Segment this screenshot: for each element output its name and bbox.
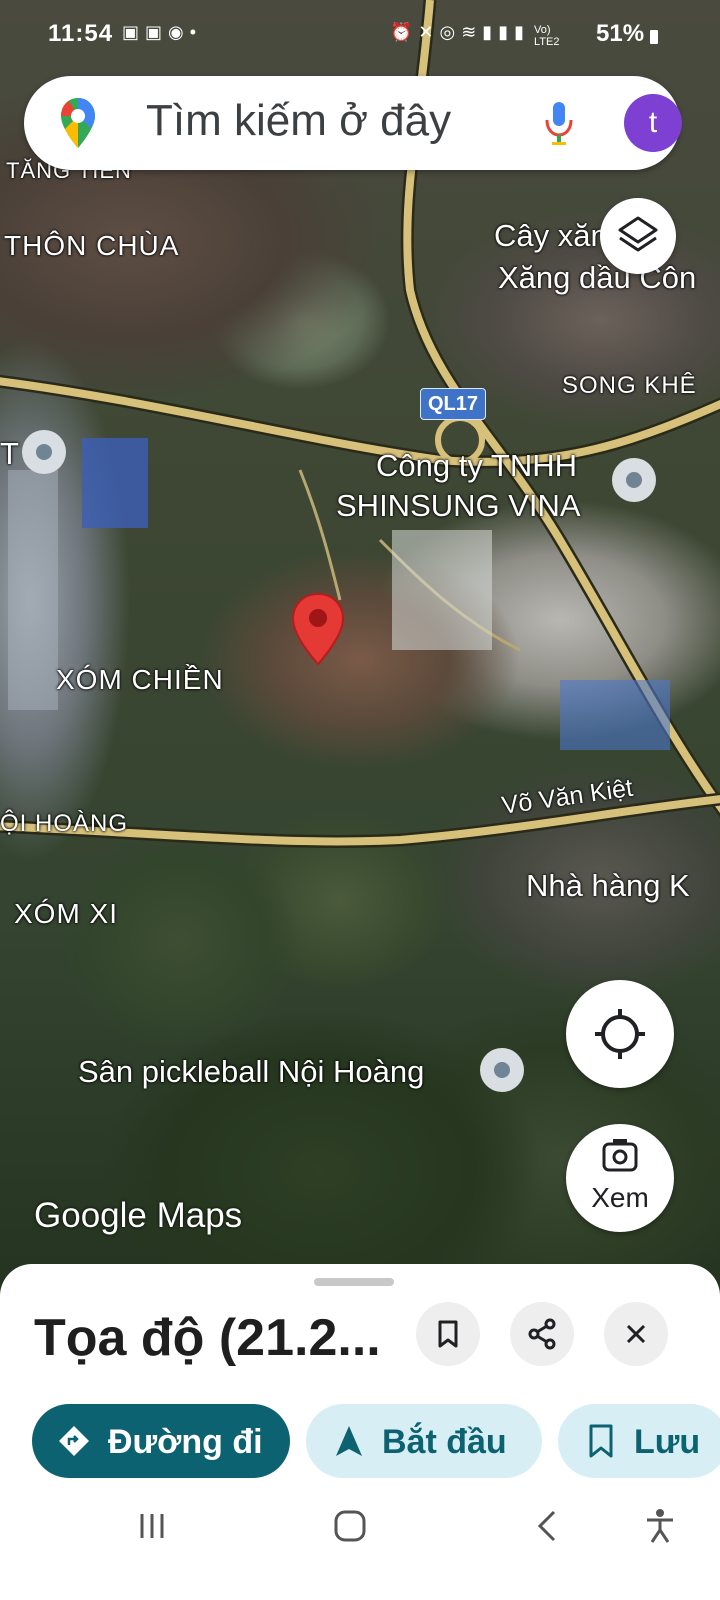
- account-avatar[interactable]: t: [624, 94, 682, 152]
- search-bar[interactable]: Tìm kiếm ở đây t: [24, 76, 682, 170]
- map-label-song-khe[interactable]: SONG KHÊ: [562, 372, 697, 400]
- dropped-pin-icon[interactable]: [290, 592, 346, 666]
- place-pin-icon-pickleball[interactable]: [480, 1048, 524, 1092]
- battery-level: 51%: [596, 20, 645, 47]
- crosshair-icon: [595, 1009, 645, 1059]
- save-bookmark-icon: [589, 1424, 613, 1458]
- bookmark-button[interactable]: [416, 1302, 480, 1366]
- view-button-label: Xem: [591, 1182, 649, 1213]
- layers-icon: [618, 216, 658, 252]
- sheet-drag-handle[interactable]: [314, 1278, 394, 1286]
- status-time: 11:54: [48, 20, 114, 47]
- place-pin-icon-left[interactable]: [22, 430, 66, 474]
- map-roads: [0, 0, 720, 848]
- map-label-company-2[interactable]: SHINSUNG VINA: [336, 488, 581, 524]
- start-button[interactable]: Bắt đầu: [306, 1404, 542, 1478]
- search-placeholder[interactable]: Tìm kiếm ở đây: [146, 96, 451, 146]
- my-location-button[interactable]: [566, 980, 674, 1088]
- bookmark-icon: [438, 1320, 458, 1348]
- save-label: Lưu: [634, 1423, 701, 1461]
- system-icons: ⏰✕◎≋▮▮▮: [390, 22, 530, 42]
- layers-button[interactable]: [600, 198, 676, 274]
- map-label-left-t[interactable]: T: [0, 436, 19, 472]
- map-label-thon-chua[interactable]: THÔN CHÙA: [4, 230, 179, 262]
- satellite-map[interactable]: TĂNG TIẾN THÔN CHÙA Cây xăng Xăng dầu Cô…: [0, 0, 720, 1310]
- map-label-noi-hoang[interactable]: ỘI HOÀNG: [0, 810, 128, 838]
- status-bar: 11:54 ▣▣◉• ⏰✕◎≋▮▮▮ Vo) LTE2 51%: [0, 0, 720, 60]
- microphone-icon[interactable]: [544, 100, 574, 146]
- directions-icon: [59, 1426, 89, 1456]
- share-icon: [528, 1318, 556, 1350]
- google-maps-pin-icon: [61, 98, 95, 148]
- back-icon[interactable]: [528, 1506, 568, 1546]
- start-label: Bắt đầu: [382, 1423, 507, 1461]
- accessibility-icon[interactable]: [640, 1506, 680, 1546]
- notification-icons: ▣▣◉•: [122, 22, 203, 42]
- close-button[interactable]: [604, 1302, 668, 1366]
- map-label-company-1[interactable]: Công ty TNHH: [376, 448, 577, 484]
- save-button[interactable]: Lưu: [558, 1404, 720, 1478]
- close-icon: [626, 1324, 646, 1344]
- battery-icon: [650, 30, 658, 44]
- map-label-pickleball[interactable]: Sân pickleball Nội Hoàng: [78, 1054, 424, 1090]
- road-shield-ql17: QL17: [420, 388, 486, 420]
- street-view-camera-icon: [602, 1139, 638, 1172]
- network-indicator: Vo) LTE2: [534, 24, 560, 48]
- system-navigation-bar: [0, 1478, 720, 1600]
- map-label-xom-chien[interactable]: XÓM CHIỀN: [56, 664, 224, 696]
- place-pin-icon-company[interactable]: [612, 458, 656, 502]
- place-title: Tọa độ (21.2...: [34, 1309, 381, 1367]
- directions-button[interactable]: Đường đi: [32, 1404, 290, 1478]
- google-maps-logo: Google Maps: [34, 1196, 243, 1235]
- map-label-restaurant[interactable]: Nhà hàng K: [526, 868, 690, 904]
- recent-apps-icon[interactable]: [132, 1506, 172, 1546]
- share-button[interactable]: [510, 1302, 574, 1366]
- map-label-xom-xi[interactable]: XÓM XI: [14, 898, 118, 930]
- navigation-arrow-icon: [336, 1426, 362, 1456]
- directions-label: Đường đi: [108, 1423, 263, 1461]
- home-icon[interactable]: [330, 1506, 370, 1546]
- view-button[interactable]: Xem: [566, 1124, 674, 1232]
